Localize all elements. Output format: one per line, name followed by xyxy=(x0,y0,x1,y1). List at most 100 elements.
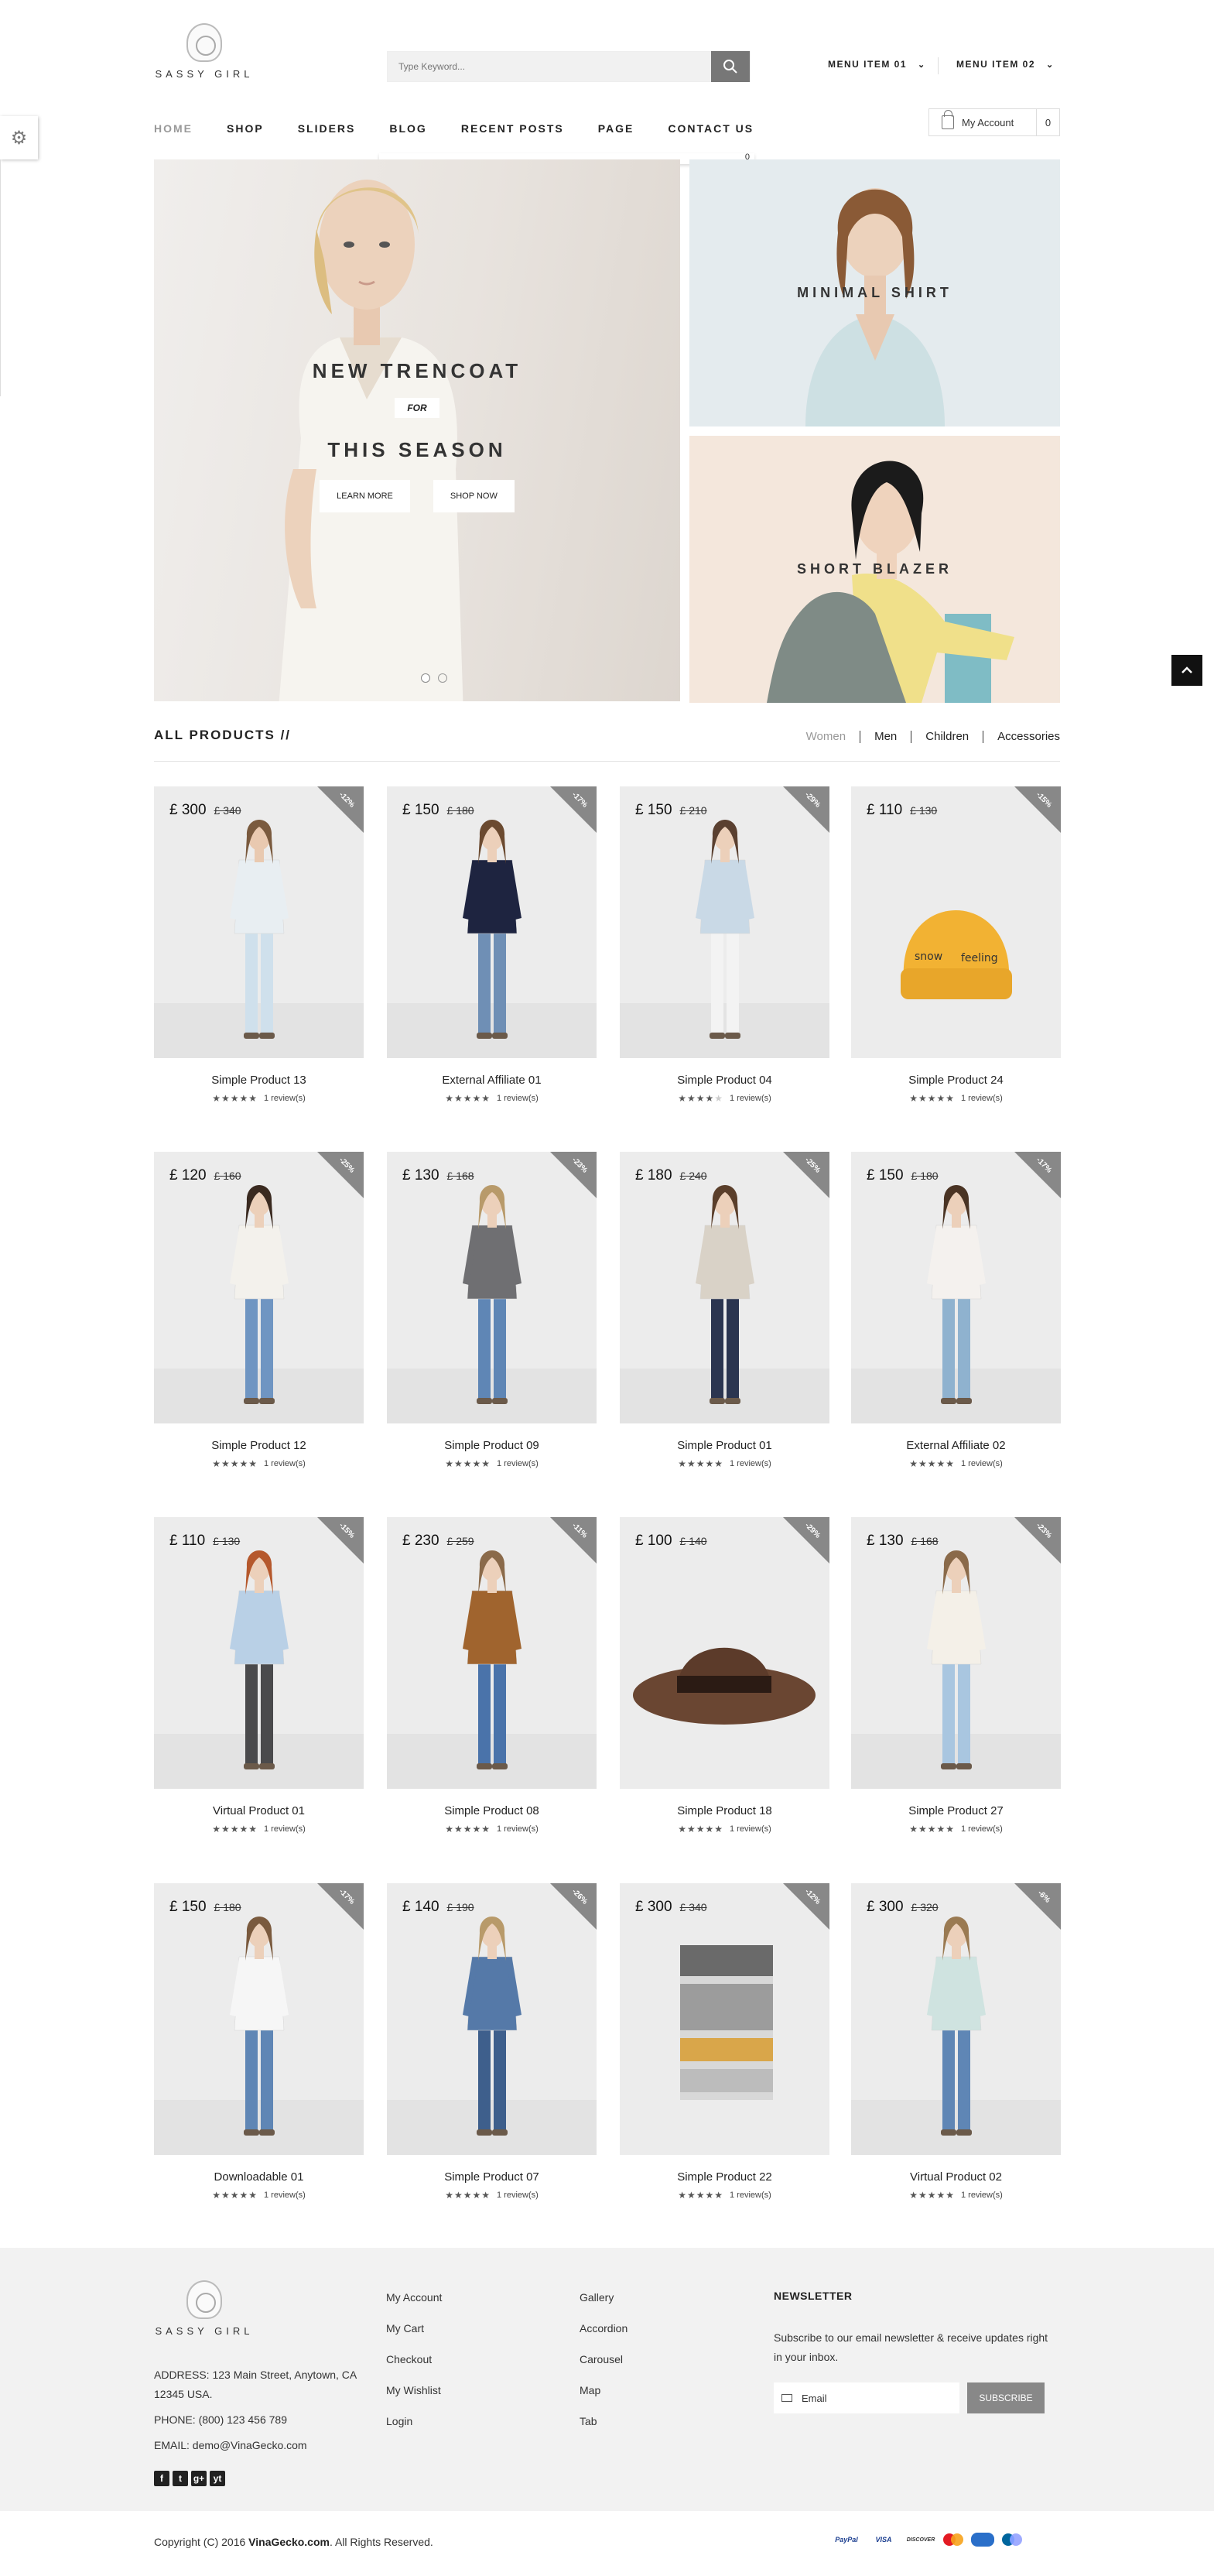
footer-link-my-wishlist[interactable]: My Wishlist xyxy=(386,2375,442,2406)
scroll-to-top-button[interactable] xyxy=(1171,655,1202,686)
nav-recent-posts[interactable]: RECENT POSTS xyxy=(461,122,564,135)
footer-link-my-account[interactable]: My Account xyxy=(386,2282,442,2313)
shop-now-button[interactable]: SHOP NOW xyxy=(433,480,515,512)
product-name[interactable]: Simple Product 13 xyxy=(154,1074,364,1087)
product-image-frame[interactable]: £ 300 £ 340 -12% xyxy=(154,786,364,1058)
footer-link-login[interactable]: Login xyxy=(386,2406,442,2437)
menu-item-02[interactable]: MENU ITEM 02 ⌄ xyxy=(956,59,1055,70)
menu-item-01[interactable]: MENU ITEM 01 ⌄ xyxy=(828,59,926,70)
product-image-frame[interactable]: £ 120 £ 160 -25% xyxy=(154,1152,364,1423)
footer-link-gallery[interactable]: Gallery xyxy=(580,2282,628,2313)
review-count[interactable]: 1 review(s) xyxy=(730,1094,771,1103)
product-card[interactable]: £ 100 £ 140 -29% Simple Product 18 ★★★★★ … xyxy=(620,1517,829,1834)
footer-link-accordion[interactable]: Accordion xyxy=(580,2313,628,2344)
product-card[interactable]: £ 130 £ 168 -23% Simple Product 27 ★★★★★ … xyxy=(851,1517,1061,1834)
subscribe-button[interactable]: SUBSCRIBE xyxy=(967,2382,1045,2413)
product-card[interactable]: £ 150 £ 210 -29% Simple Product 04 ★★★★★ … xyxy=(620,786,829,1104)
tab-children[interactable]: Children xyxy=(911,730,983,743)
product-name[interactable]: Simple Product 27 xyxy=(851,1804,1061,1817)
settings-gear-icon[interactable]: ⚙ xyxy=(0,116,38,159)
footer-link-map[interactable]: Map xyxy=(580,2375,628,2406)
review-count[interactable]: 1 review(s) xyxy=(497,1459,539,1468)
product-image-frame[interactable]: snow feeling £ 110 £ 130 -15% xyxy=(851,786,1061,1058)
banner-short-blazer[interactable]: SHORT BLAZER xyxy=(689,436,1060,703)
nav-shop[interactable]: SHOP xyxy=(227,122,264,135)
review-count[interactable]: 1 review(s) xyxy=(497,1824,539,1834)
slider-dot-1[interactable] xyxy=(421,673,430,683)
facebook-icon[interactable]: f xyxy=(154,2471,169,2486)
product-card[interactable]: £ 120 £ 160 -25% Simple Product 12 ★★★★★ … xyxy=(154,1152,364,1469)
product-card[interactable]: £ 150 £ 180 -17% Downloadable 01 ★★★★★ 1 … xyxy=(154,1883,364,2201)
product-card[interactable]: snow feeling £ 110 £ 130 -15% Simple Prod… xyxy=(851,786,1061,1104)
product-image-frame[interactable]: £ 150 £ 180 -17% xyxy=(851,1152,1061,1423)
product-name[interactable]: Downloadable 01 xyxy=(154,2170,364,2184)
product-name[interactable]: Virtual Product 01 xyxy=(154,1804,364,1817)
review-count[interactable]: 1 review(s) xyxy=(730,1459,771,1468)
nav-page[interactable]: PAGE xyxy=(598,122,634,135)
newsletter-email-field[interactable]: Email xyxy=(774,2382,959,2413)
nav-contact-us[interactable]: CONTACT US xyxy=(668,122,754,135)
review-count[interactable]: 1 review(s) xyxy=(497,2191,539,2200)
review-count[interactable]: 1 review(s) xyxy=(961,1459,1003,1468)
search-input[interactable] xyxy=(388,52,705,81)
review-count[interactable]: 1 review(s) xyxy=(730,1824,771,1834)
review-count[interactable]: 1 review(s) xyxy=(264,2191,306,2200)
review-count[interactable]: 1 review(s) xyxy=(497,1094,539,1103)
site-logo[interactable]: SASSY GIRL xyxy=(154,23,255,80)
product-name[interactable]: External Affiliate 02 xyxy=(851,1439,1061,1452)
footer-link-tab[interactable]: Tab xyxy=(580,2406,628,2437)
product-image-frame[interactable]: £ 150 £ 180 -17% xyxy=(387,786,597,1058)
product-image-frame[interactable]: £ 110 £ 130 -15% xyxy=(154,1517,364,1789)
product-name[interactable]: Simple Product 12 xyxy=(154,1439,364,1452)
product-card[interactable]: £ 180 £ 240 -25% Simple Product 01 ★★★★★ … xyxy=(620,1152,829,1469)
search-button[interactable] xyxy=(711,51,750,82)
product-image-frame[interactable]: £ 150 £ 210 -29% xyxy=(620,786,829,1058)
product-image-frame[interactable]: £ 150 £ 180 -17% xyxy=(154,1883,364,2155)
footer-link-carousel[interactable]: Carousel xyxy=(580,2344,628,2375)
product-name[interactable]: Virtual Product 02 xyxy=(851,2170,1061,2184)
google-plus-icon[interactable]: g+ xyxy=(191,2471,207,2486)
product-image-frame[interactable]: £ 130 £ 168 -23% xyxy=(851,1517,1061,1789)
cart-count[interactable]: 0 xyxy=(1036,109,1059,135)
my-account-button[interactable]: My Account 0 xyxy=(928,108,1060,136)
product-image-frame[interactable]: £ 100 £ 140 -29% xyxy=(620,1517,829,1789)
review-count[interactable]: 1 review(s) xyxy=(961,1824,1003,1834)
banner-minimal-shirt[interactable]: MINIMAL SHIRT xyxy=(689,159,1060,426)
review-count[interactable]: 1 review(s) xyxy=(264,1824,306,1834)
tab-men[interactable]: Men xyxy=(860,730,911,743)
nav-blog[interactable]: BLOG xyxy=(389,122,426,135)
product-name[interactable]: Simple Product 24 xyxy=(851,1074,1061,1087)
product-card[interactable]: £ 140 £ 190 -26% Simple Product 07 ★★★★★ … xyxy=(387,1883,597,2201)
product-card[interactable]: £ 230 £ 259 -11% Simple Product 08 ★★★★★ … xyxy=(387,1517,597,1834)
product-name[interactable]: External Affiliate 01 xyxy=(387,1074,597,1087)
review-count[interactable]: 1 review(s) xyxy=(961,1094,1003,1103)
product-image-frame[interactable]: £ 300 £ 340 -12% xyxy=(620,1883,829,2155)
tab-accessories[interactable]: Accessories xyxy=(983,730,1060,743)
tab-women[interactable]: Women xyxy=(792,730,860,743)
twitter-icon[interactable]: t xyxy=(173,2471,188,2486)
product-name[interactable]: Simple Product 18 xyxy=(620,1804,829,1817)
product-name[interactable]: Simple Product 01 xyxy=(620,1439,829,1452)
product-card[interactable]: £ 300 £ 340 -12% Simple Product 22 ★★★★★ … xyxy=(620,1883,829,2201)
review-count[interactable]: 1 review(s) xyxy=(264,1094,306,1103)
product-name[interactable]: Simple Product 07 xyxy=(387,2170,597,2184)
product-image-frame[interactable]: £ 140 £ 190 -26% xyxy=(387,1883,597,2155)
learn-more-button[interactable]: LEARN MORE xyxy=(320,480,410,512)
product-name[interactable]: Simple Product 22 xyxy=(620,2170,829,2184)
copyright-brand-link[interactable]: VinaGecko.com xyxy=(248,2536,330,2548)
product-card[interactable]: £ 110 £ 130 -15% Virtual Product 01 ★★★★★… xyxy=(154,1517,364,1834)
slider-dot-2[interactable] xyxy=(438,673,447,683)
product-name[interactable]: Simple Product 09 xyxy=(387,1439,597,1452)
nav-home[interactable]: HOME xyxy=(154,122,193,135)
review-count[interactable]: 1 review(s) xyxy=(730,2191,771,2200)
hero-slider[interactable]: NEW TRENCOAT FOR THIS SEASON LEARN MORE … xyxy=(154,159,680,701)
review-count[interactable]: 1 review(s) xyxy=(961,2191,1003,2200)
product-name[interactable]: Simple Product 08 xyxy=(387,1804,597,1817)
product-image-frame[interactable]: £ 230 £ 259 -11% xyxy=(387,1517,597,1789)
product-image-frame[interactable]: £ 300 £ 320 -6% xyxy=(851,1883,1061,2155)
product-card[interactable]: £ 150 £ 180 -17% External Affiliate 01 ★★… xyxy=(387,786,597,1104)
product-card[interactable]: £ 130 £ 168 -23% Simple Product 09 ★★★★★ … xyxy=(387,1152,597,1469)
product-card[interactable]: £ 300 £ 320 -6% Virtual Product 02 ★★★★★ … xyxy=(851,1883,1061,2201)
product-card[interactable]: £ 300 £ 340 -12% Simple Product 13 ★★★★★ … xyxy=(154,786,364,1104)
product-image-frame[interactable]: £ 130 £ 168 -23% xyxy=(387,1152,597,1423)
